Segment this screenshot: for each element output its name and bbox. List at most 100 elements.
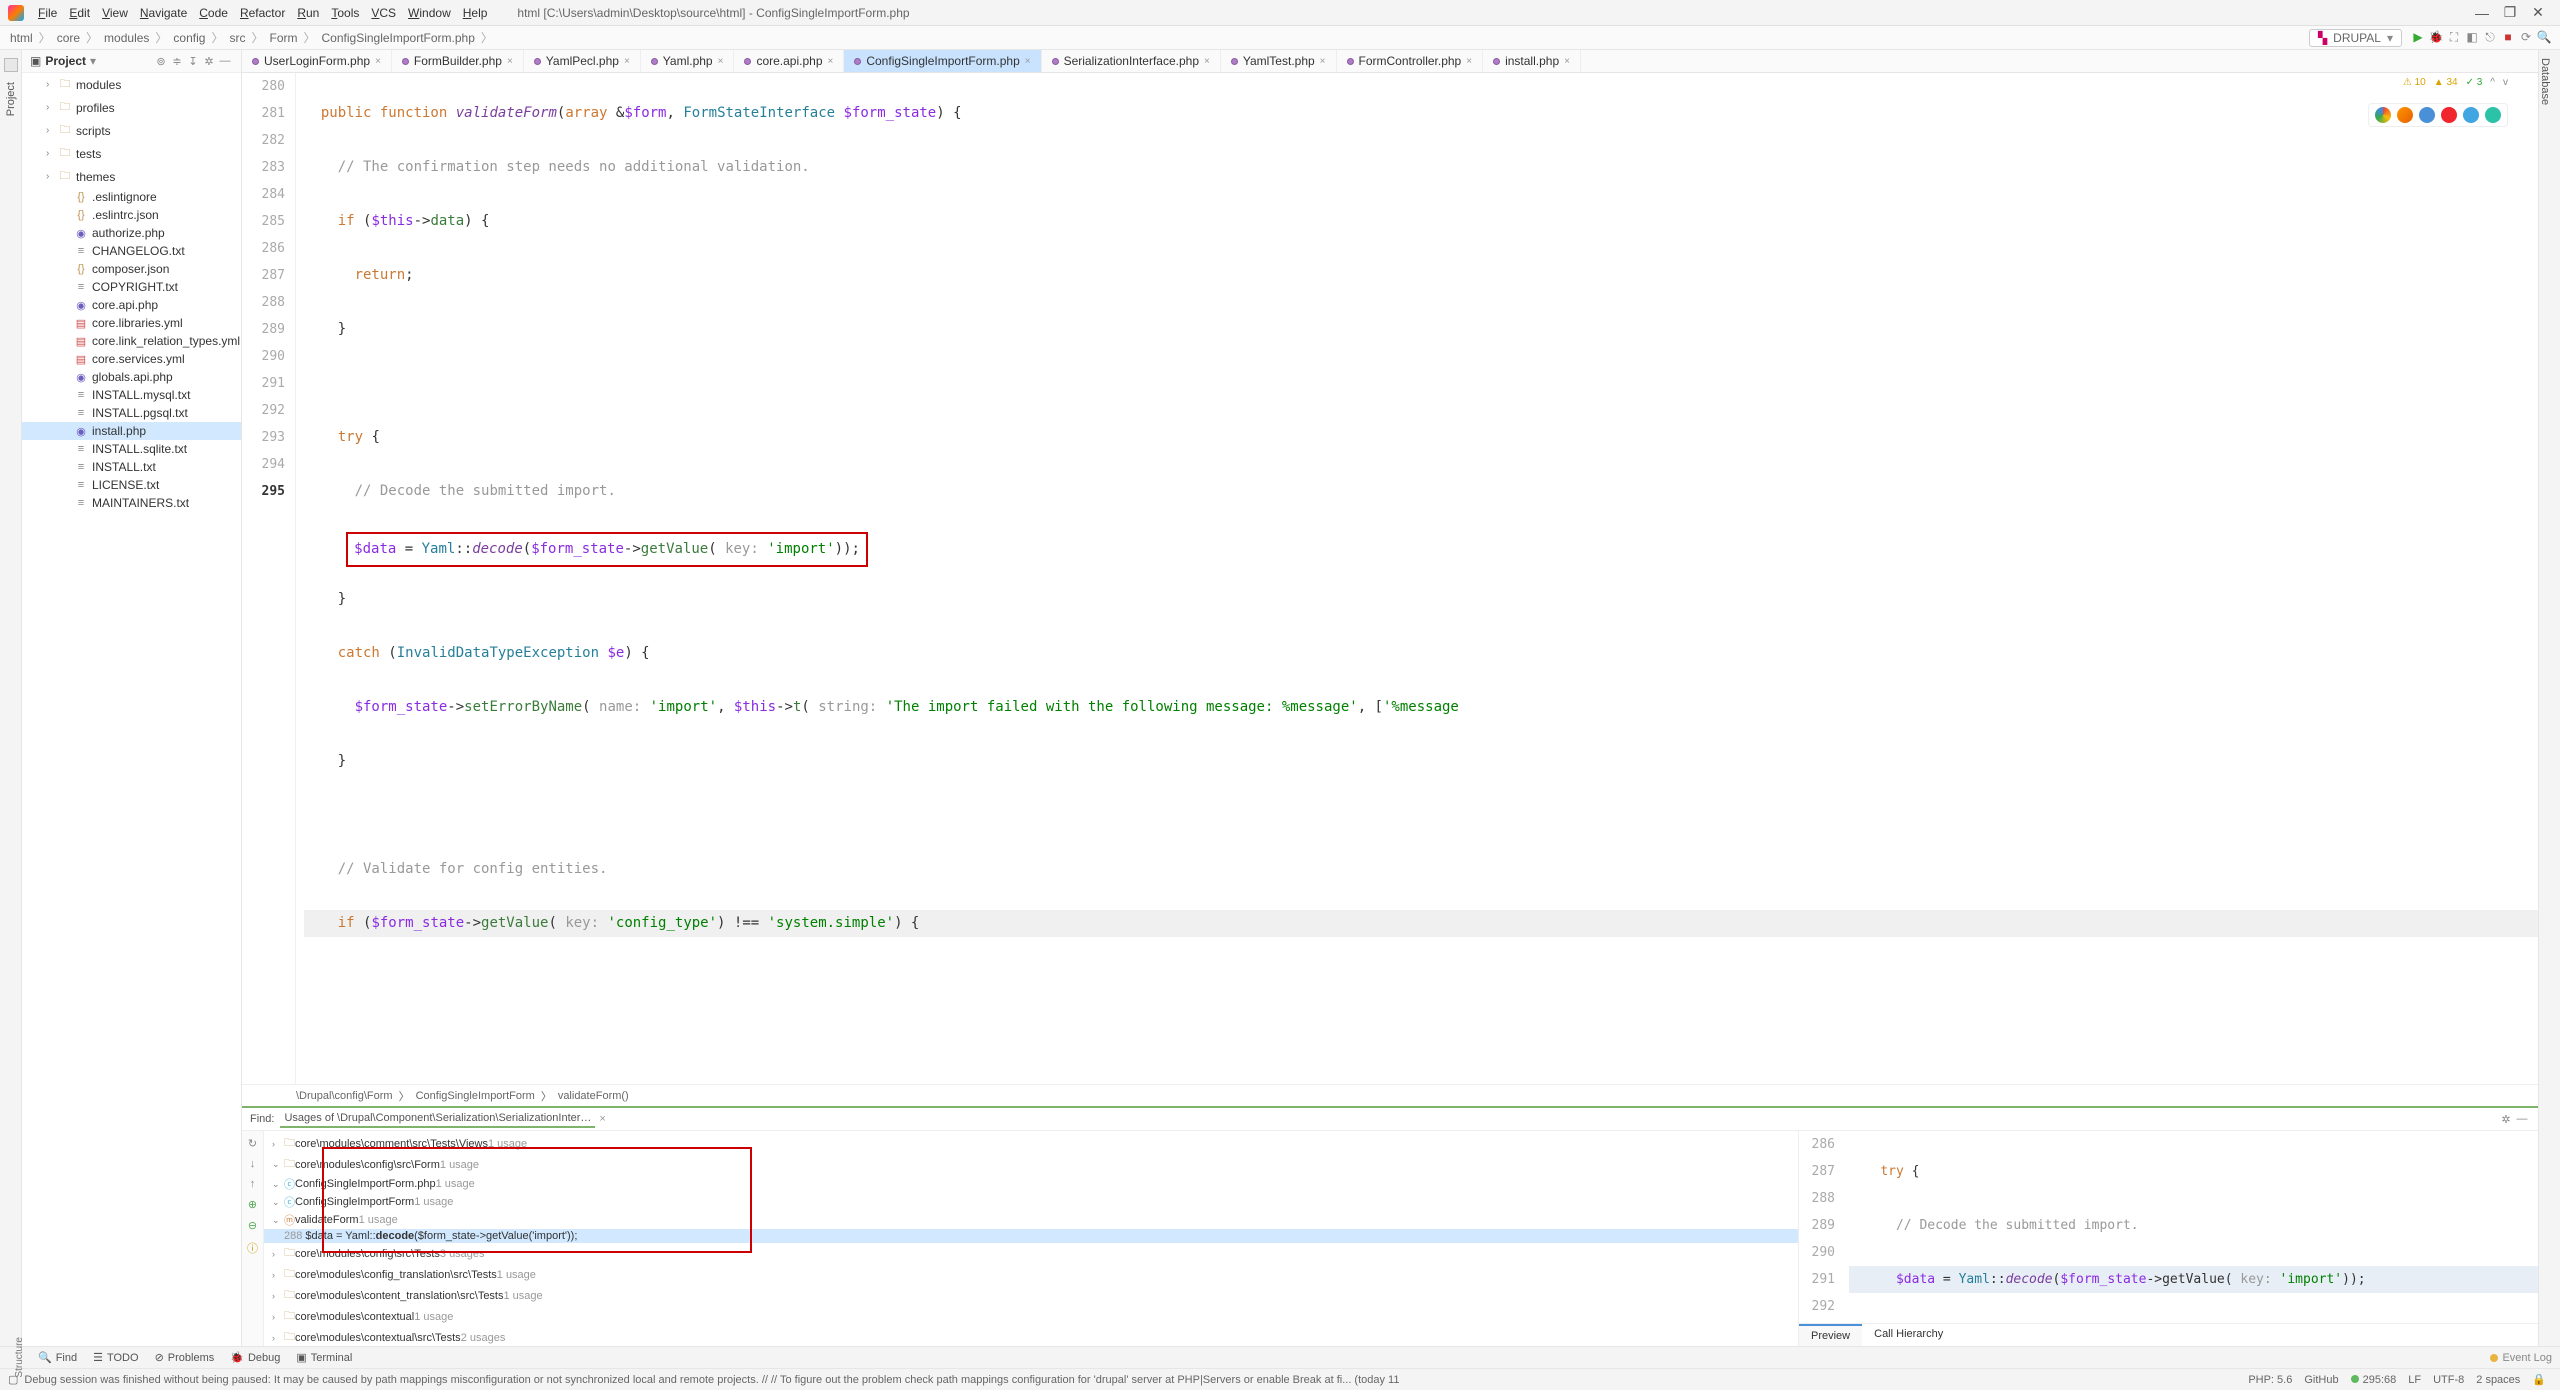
editor-tab[interactable]: ConfigSingleImportForm.php× [844, 50, 1041, 72]
find-preview-code[interactable]: try { // Decode the submitted import. $d… [1843, 1131, 2538, 1323]
info-icon[interactable]: ⓘ [247, 1240, 258, 1256]
editor-tab[interactable]: core.api.php× [734, 50, 844, 72]
editor-tab[interactable]: FormController.php× [1337, 50, 1484, 72]
find-tab[interactable]: Usages of \Drupal\Component\Serializatio… [280, 1110, 595, 1128]
breadcrumb[interactable]: core [55, 31, 82, 45]
debug-tool-tab[interactable]: 🐞 Debug [222, 1351, 288, 1364]
file-node[interactable]: ≡LICENSE.txt [22, 476, 241, 494]
editor-tab[interactable]: Yaml.php× [641, 50, 735, 72]
file-node[interactable]: {}composer.json [22, 260, 241, 278]
coverage-icon[interactable]: ⛶ [2446, 30, 2462, 45]
next-icon[interactable]: ↓ [250, 1158, 256, 1170]
code-crumbs[interactable]: \Drupal\config\Form〉 ConfigSingleImportF… [242, 1084, 2538, 1106]
breadcrumb[interactable]: ConfigSingleImportForm.php [320, 31, 477, 45]
file-node[interactable]: ≡INSTALL.pgsql.txt [22, 404, 241, 422]
project-tool-tab[interactable]: Project [5, 82, 17, 116]
run-icon[interactable]: ▶ [2410, 30, 2426, 45]
breadcrumb[interactable]: src [227, 31, 247, 45]
file-node[interactable]: ▤core.link_relation_types.yml [22, 332, 241, 350]
menu-vcs[interactable]: VCS [365, 6, 402, 20]
editor-tab[interactable]: FormBuilder.php× [392, 50, 524, 72]
menu-refactor[interactable]: Refactor [234, 6, 291, 20]
expand-icon[interactable]: ≑ [169, 55, 185, 68]
locate-icon[interactable]: ⊚ [153, 55, 169, 68]
line-sep[interactable]: LF [2402, 1374, 2427, 1386]
folder-node[interactable]: ›🗀themes [22, 165, 241, 188]
breadcrumb[interactable]: Form [267, 31, 299, 45]
settings-icon[interactable]: ✲ [201, 55, 217, 68]
folder-node[interactable]: ›🗀scripts [22, 119, 241, 142]
editor[interactable]: ⚠ 10 ▲ 34 ✓ 3 ^v 28028128228328428528628… [242, 73, 2538, 1084]
find-result-node[interactable]: ›🗀 core\modules\contextual 1 usage [264, 1306, 1798, 1327]
update-icon[interactable]: ⟳ [2518, 30, 2534, 45]
file-node[interactable]: ◉core.api.php [22, 296, 241, 314]
file-node[interactable]: ≡COPYRIGHT.txt [22, 278, 241, 296]
breadcrumb[interactable]: html [8, 31, 35, 45]
menu-edit[interactable]: Edit [63, 6, 96, 20]
collapse-all-icon[interactable]: ⊖ [248, 1219, 257, 1232]
code-content[interactable]: public function validateForm(array &$for… [296, 73, 2538, 1084]
find-tool-tab[interactable]: 🔍 Find [30, 1351, 85, 1364]
debug-icon[interactable]: 🐞 [2428, 30, 2444, 45]
lock-icon[interactable]: 🔒 [2526, 1373, 2552, 1386]
find-hide-icon[interactable]: — [2514, 1113, 2530, 1125]
file-node[interactable]: {}.eslintrc.json [22, 206, 241, 224]
call-hierarchy-tab[interactable]: Call Hierarchy [1862, 1324, 1955, 1346]
find-settings-icon[interactable]: ✲ [2498, 1113, 2514, 1126]
close-button[interactable]: ✕ [2524, 4, 2552, 21]
find-results-tree[interactable]: ›🗀 core\modules\comment\src\Tests\Views … [264, 1131, 1798, 1346]
menu-navigate[interactable]: Navigate [134, 6, 193, 20]
event-log-button[interactable]: Event Log [2490, 1352, 2552, 1364]
folder-node[interactable]: ›🗀profiles [22, 96, 241, 119]
breadcrumb[interactable]: modules [102, 31, 151, 45]
find-result-node[interactable]: ›🗀 core\modules\content_translation\src\… [264, 1285, 1798, 1306]
find-result-node[interactable]: ›🗀 core\modules\contextual\src\Tests 2 u… [264, 1327, 1798, 1346]
editor-tab[interactable]: YamlTest.php× [1221, 50, 1337, 72]
menu-run[interactable]: Run [291, 6, 325, 20]
file-node[interactable]: ≡INSTALL.txt [22, 458, 241, 476]
collapse-icon[interactable]: ↧ [185, 55, 201, 68]
find-result-node[interactable]: ›🗀 core\modules\config_translation\src\T… [264, 1264, 1798, 1285]
hide-icon[interactable]: — [217, 55, 233, 67]
expand-all-icon[interactable]: ⊕ [248, 1198, 257, 1211]
encoding[interactable]: UTF-8 [2427, 1374, 2470, 1386]
profile-icon[interactable]: ◧ [2464, 30, 2480, 45]
structure-tab[interactable]: Structure [14, 1337, 25, 1378]
breadcrumb[interactable]: config [171, 31, 207, 45]
maximize-button[interactable]: ❐ [2496, 4, 2524, 21]
search-everywhere-icon[interactable]: 🔍 [2536, 30, 2552, 45]
project-tool-icon[interactable] [4, 58, 18, 72]
editor-tab[interactable]: SerializationInterface.php× [1042, 50, 1221, 72]
file-node[interactable]: ≡CHANGELOG.txt [22, 242, 241, 260]
menu-help[interactable]: Help [457, 6, 494, 20]
file-node[interactable]: ◉globals.api.php [22, 368, 241, 386]
file-node[interactable]: {}.eslintignore [22, 188, 241, 206]
github-widget[interactable]: GitHub [2298, 1374, 2344, 1386]
minimize-button[interactable]: — [2468, 5, 2496, 21]
file-node[interactable]: ≡INSTALL.sqlite.txt [22, 440, 241, 458]
file-node[interactable]: ▤core.libraries.yml [22, 314, 241, 332]
open-in-browser[interactable] [2368, 103, 2508, 127]
editor-tab[interactable]: install.php× [1483, 50, 1581, 72]
file-node[interactable]: ▤core.services.yml [22, 350, 241, 368]
find-tab-close[interactable]: × [599, 1113, 605, 1125]
database-tool-tab[interactable]: Database [2539, 50, 2551, 105]
project-tree[interactable]: ›🗀modules›🗀profiles›🗀scripts›🗀tests›🗀the… [22, 73, 241, 1346]
menu-window[interactable]: Window [402, 6, 457, 20]
prev-icon[interactable]: ↑ [250, 1178, 256, 1190]
menu-tools[interactable]: Tools [325, 6, 365, 20]
folder-node[interactable]: ›🗀tests [22, 142, 241, 165]
file-node[interactable]: ◉install.php [22, 422, 241, 440]
run-config-selector[interactable]: ▚ DRUPAL ▾ [2309, 29, 2402, 47]
inspection-badges[interactable]: ⚠ 10 ▲ 34 ✓ 3 ^v [2403, 77, 2508, 88]
problems-tool-tab[interactable]: ⊘ Problems [147, 1351, 223, 1364]
file-node[interactable]: ≡INSTALL.mysql.txt [22, 386, 241, 404]
editor-tab[interactable]: UserLoginForm.php× [242, 50, 392, 72]
php-version[interactable]: PHP: 5.6 [2242, 1374, 2298, 1386]
rerun-icon[interactable]: ↻ [248, 1137, 257, 1150]
project-view-selector[interactable]: Project [45, 54, 86, 68]
menu-code[interactable]: Code [193, 6, 234, 20]
menu-file[interactable]: File [32, 6, 63, 20]
menu-view[interactable]: View [96, 6, 134, 20]
indent[interactable]: 2 spaces [2470, 1374, 2526, 1386]
